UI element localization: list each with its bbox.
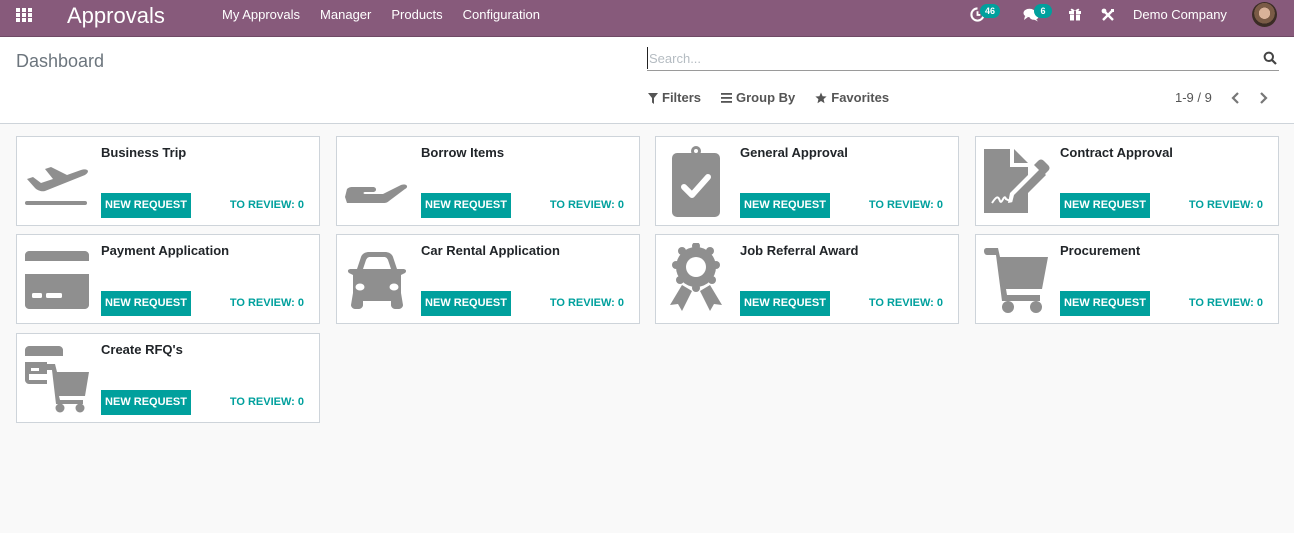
to-review-link[interactable]: TO REVIEW: 0	[230, 395, 304, 409]
breadcrumb: Dashboard	[16, 51, 105, 71]
main-menu: My Approvals Manager Products Configurat…	[212, 0, 550, 30]
card-title[interactable]: Payment Application	[101, 243, 229, 259]
favorites-button[interactable]: Favorites	[815, 89, 889, 107]
to-review-link[interactable]: TO REVIEW: 0	[230, 296, 304, 310]
hand-holding-icon	[345, 184, 408, 203]
approval-card[interactable]: Contract Approval NEW REQUEST TO REVIEW:…	[975, 136, 1279, 226]
approval-card[interactable]: Car Rental Application NEW REQUEST TO RE…	[336, 234, 640, 324]
new-request-button[interactable]: NEW REQUEST	[101, 193, 191, 218]
to-review-link[interactable]: TO REVIEW: 0	[869, 296, 943, 310]
pager-value[interactable]: 1-9 / 9	[1175, 89, 1212, 107]
credit-card-icon	[25, 251, 89, 309]
clipboard-check-icon	[672, 146, 720, 217]
card-title[interactable]: Contract Approval	[1060, 145, 1173, 161]
to-review-link[interactable]: TO REVIEW: 0	[550, 296, 624, 310]
control-panel: Dashboard Filters Group By Favorites 1-9…	[0, 37, 1294, 124]
group-by-label: Group By	[736, 90, 796, 105]
new-request-button[interactable]: NEW REQUEST	[1060, 291, 1150, 316]
app-title[interactable]: Approvals	[67, 2, 165, 30]
messaging-menu[interactable]: 6	[1021, 0, 1055, 30]
approval-card[interactable]: Payment Application NEW REQUEST TO REVIE…	[16, 234, 320, 324]
shopping-cart-icon	[984, 248, 1048, 313]
gift-icon	[1069, 8, 1081, 21]
user-avatar[interactable]	[1252, 2, 1277, 27]
card-title[interactable]: General Approval	[740, 145, 848, 161]
car-icon	[347, 252, 407, 309]
new-request-button[interactable]: NEW REQUEST	[101, 291, 191, 316]
group-by-button[interactable]: Group By	[721, 89, 795, 107]
apps-menu-icon[interactable]	[16, 8, 34, 26]
filters-label: Filters	[662, 90, 702, 105]
filter-icon	[648, 92, 658, 104]
menu-my-approvals[interactable]: My Approvals	[212, 0, 310, 30]
menu-configuration[interactable]: Configuration	[453, 0, 550, 30]
search-bar	[647, 47, 1279, 71]
activity-count-badge: 46	[980, 4, 1001, 18]
to-review-link[interactable]: TO REVIEW: 0	[1189, 198, 1263, 212]
new-request-button[interactable]: NEW REQUEST	[421, 193, 511, 218]
approval-card[interactable]: Procurement NEW REQUEST TO REVIEW: 0	[975, 234, 1279, 324]
new-request-button[interactable]: NEW REQUEST	[101, 390, 191, 415]
search-input[interactable]	[647, 47, 1247, 69]
approval-card[interactable]: Business Trip NEW REQUEST TO REVIEW: 0	[16, 136, 320, 226]
new-request-button[interactable]: NEW REQUEST	[421, 291, 511, 316]
pager-previous-icon[interactable]	[1229, 90, 1243, 106]
card-title[interactable]: Car Rental Application	[421, 243, 560, 259]
gift-menu[interactable]	[1067, 0, 1083, 30]
card-title[interactable]: Business Trip	[101, 145, 186, 161]
card-cart-icon	[25, 346, 89, 413]
new-request-button[interactable]: NEW REQUEST	[740, 291, 830, 316]
to-review-link[interactable]: TO REVIEW: 0	[1189, 296, 1263, 310]
to-review-link[interactable]: TO REVIEW: 0	[230, 198, 304, 212]
approval-card[interactable]: Create RFQ's NEW REQUEST TO REVIEW: 0	[16, 333, 320, 423]
filters-button[interactable]: Filters	[648, 89, 701, 107]
approval-card[interactable]: General Approval NEW REQUEST TO REVIEW: …	[655, 136, 959, 226]
file-signature-icon	[984, 149, 1050, 213]
search-options: Filters Group By Favorites	[648, 89, 909, 107]
company-switcher[interactable]: Demo Company	[1133, 0, 1227, 29]
menu-products[interactable]: Products	[381, 0, 452, 30]
card-title[interactable]: Create RFQ's	[101, 342, 183, 358]
star-icon	[815, 92, 827, 104]
debug-tools-menu[interactable]	[1100, 0, 1116, 30]
new-request-button[interactable]: NEW REQUEST	[1060, 193, 1150, 218]
messages-count-badge: 6	[1034, 4, 1052, 18]
top-navbar: Approvals My Approvals Manager Products …	[0, 0, 1294, 37]
card-title[interactable]: Procurement	[1060, 243, 1140, 259]
bars-icon	[721, 93, 733, 103]
tools-icon	[1101, 8, 1114, 21]
card-title[interactable]: Borrow Items	[421, 145, 504, 161]
pager-next-icon[interactable]	[1256, 90, 1270, 106]
to-review-link[interactable]: TO REVIEW: 0	[550, 198, 624, 212]
new-request-button[interactable]: NEW REQUEST	[740, 193, 830, 218]
approval-card[interactable]: Borrow Items NEW REQUEST TO REVIEW: 0	[336, 136, 640, 226]
approval-card[interactable]: Job Referral Award NEW REQUEST TO REVIEW…	[655, 234, 959, 324]
favorites-label: Favorites	[831, 90, 890, 105]
activity-menu[interactable]: 46	[968, 0, 1004, 30]
award-icon	[670, 243, 722, 311]
plane-departure-icon	[25, 167, 88, 205]
card-title[interactable]: Job Referral Award	[740, 243, 859, 259]
search-icon[interactable]	[1263, 51, 1277, 65]
to-review-link[interactable]: TO REVIEW: 0	[869, 198, 943, 212]
menu-manager[interactable]: Manager	[310, 0, 381, 30]
